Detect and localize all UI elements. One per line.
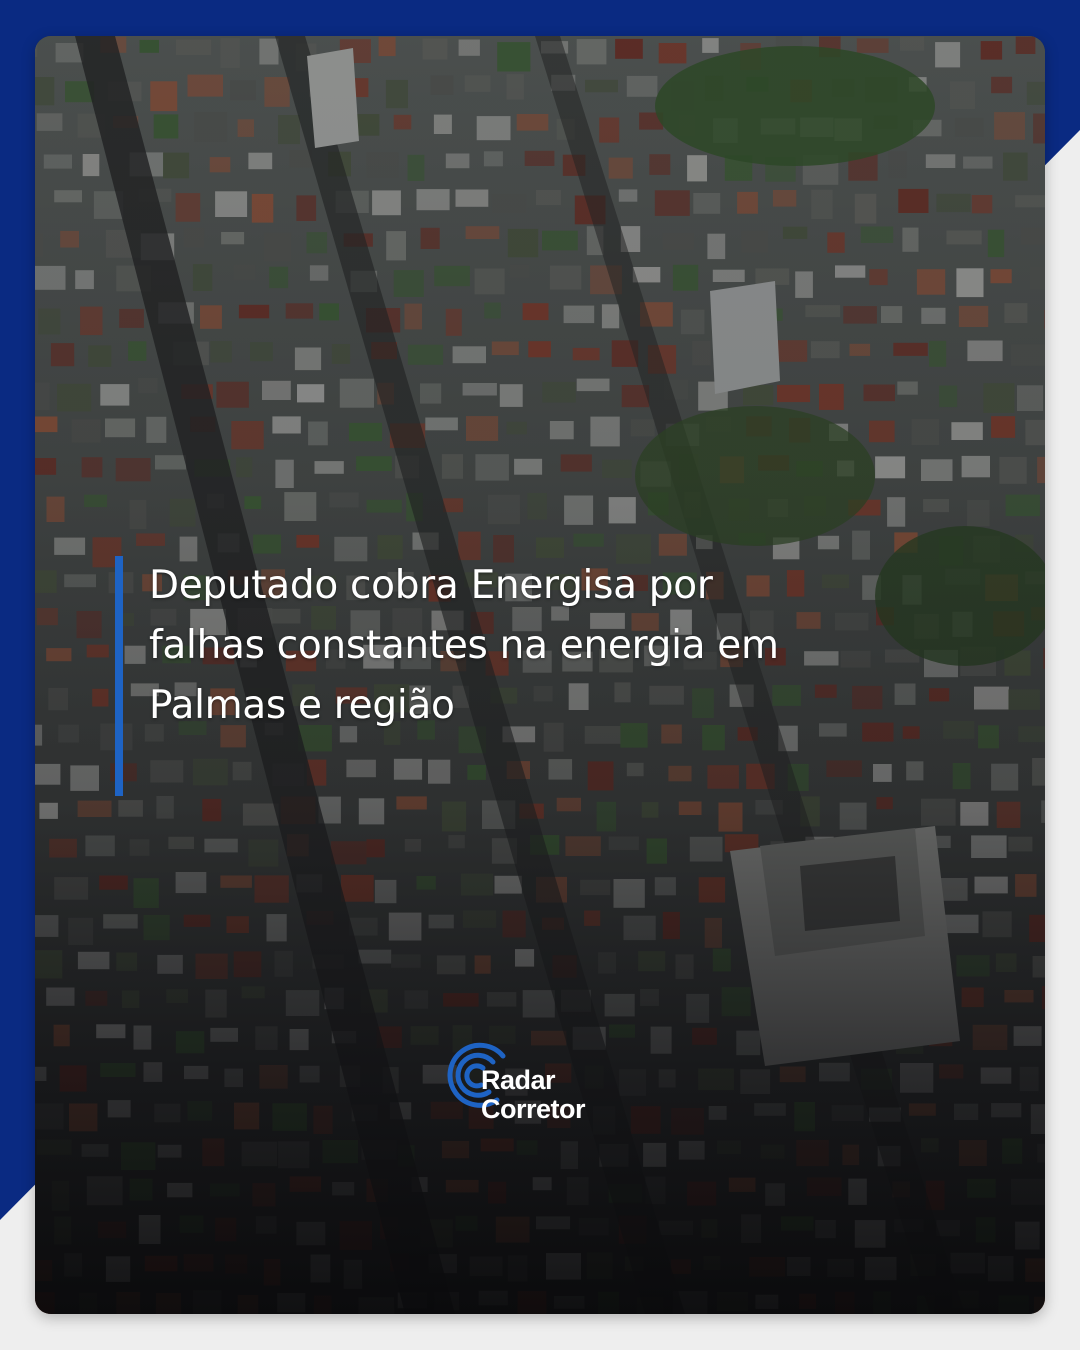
headline: Deputado cobra Energisa por falhas const… (149, 563, 779, 728)
post-card: Deputado cobra Energisa por falhas const… (35, 36, 1045, 1314)
headline-accent-bar (115, 556, 123, 796)
radar-corretor-logo: Radar Corretor (447, 1042, 647, 1132)
headline-block: Deputado cobra Energisa por falhas const… (115, 556, 789, 796)
logo-word-corretor: Corretor (481, 1094, 586, 1124)
logo-word-radar: Radar (481, 1065, 556, 1095)
logo-wordmark: Radar Corretor (481, 1065, 586, 1124)
